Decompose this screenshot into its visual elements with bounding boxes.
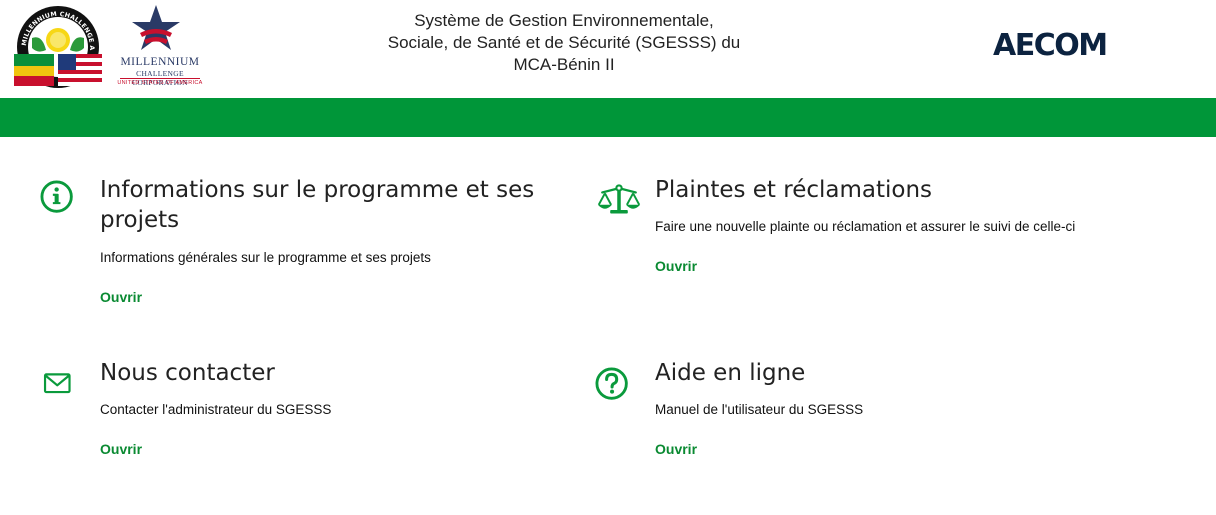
card-title: Plaintes et réclamations — [655, 177, 933, 203]
star-icon — [132, 5, 180, 50]
card-help: Aide en ligne Manuel de l'utilisateur du… — [594, 358, 1154, 468]
open-contact-link[interactable]: Ouvrir — [100, 440, 142, 458]
card-programme-info: Informations sur le programme et ses pro… — [39, 175, 559, 315]
mcc-logo-line3: UNITED STATES OF AMERICA — [117, 80, 203, 86]
card-title: Nous contacter — [100, 360, 275, 386]
open-help-link[interactable]: Ouvrir — [655, 440, 697, 458]
site-title: Système de Gestion Environnementale, Soc… — [360, 10, 768, 76]
balance-scale-icon — [597, 184, 641, 214]
nav-bar — [0, 98, 1216, 137]
header: MILLENNIUM CHALLENGE ACCOUNT BENIN II MI… — [0, 0, 1216, 98]
card-title: Informations sur le programme et ses pro… — [100, 177, 535, 233]
card-description: Faire une nouvelle plainte ou réclamatio… — [655, 219, 1076, 234]
card-description: Informations générales sur le programme … — [100, 250, 431, 265]
mcc-logo-divider — [120, 78, 200, 79]
card-title: Aide en ligne — [655, 360, 806, 386]
open-complaints-link[interactable]: Ouvrir — [655, 257, 697, 275]
envelope-icon — [43, 373, 71, 394]
card-complaints: Plaintes et réclamations Faire une nouve… — [594, 175, 1154, 285]
question-circle-icon — [595, 367, 628, 400]
card-description: Manuel de l'utilisateur du SGESSS — [655, 402, 864, 417]
mcc-logo-line1: MILLENNIUM — [120, 56, 200, 68]
site-title-line: MCA-Bénin II — [513, 55, 615, 74]
mca-benin-logo[interactable]: MILLENNIUM CHALLENGE ACCOUNT BENIN II — [9, 0, 104, 90]
info-circle-icon — [40, 180, 73, 213]
site-title-line: Sociale, de Santé et de Sécurité (SGESSS… — [387, 33, 741, 52]
site-title-line: Système de Gestion Environnementale, — [414, 11, 714, 30]
mcc-logo[interactable]: MILLENNIUM CHALLENGE CORPORATION UNITED … — [114, 3, 206, 91]
aecom-logo[interactable]: AECOM — [993, 26, 1108, 66]
card-contact: Nous contacter Contacter l'administrateu… — [39, 358, 559, 468]
open-programme-info-link[interactable]: Ouvrir — [100, 288, 142, 306]
card-description: Contacter l'administrateur du SGESSS — [100, 402, 332, 417]
